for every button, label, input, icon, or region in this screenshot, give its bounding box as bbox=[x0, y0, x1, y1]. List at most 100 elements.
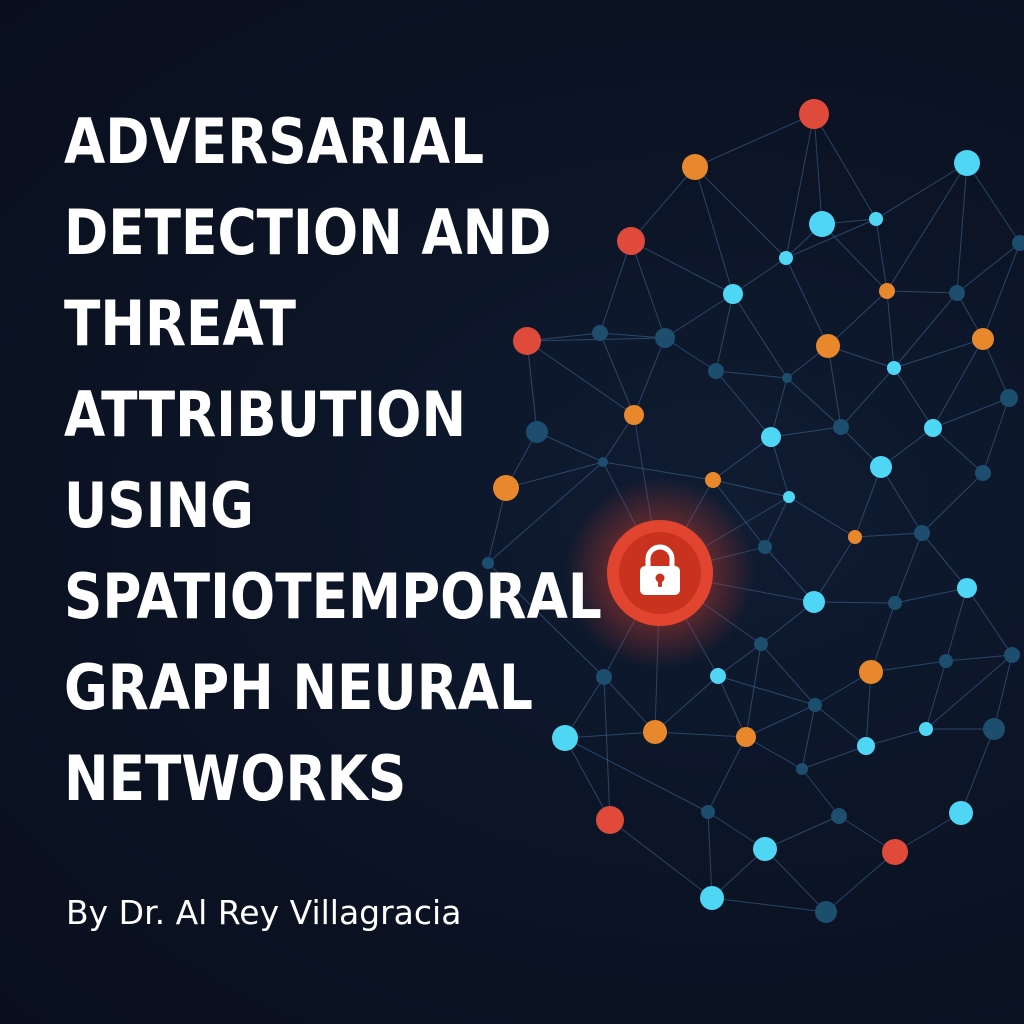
graph-edge bbox=[893, 367, 934, 429]
graph-edge bbox=[609, 819, 713, 899]
graph-node bbox=[592, 325, 608, 341]
graph-node bbox=[1000, 389, 1018, 407]
graph-node bbox=[643, 720, 667, 744]
graph-node bbox=[1004, 647, 1020, 663]
graph-node bbox=[761, 427, 781, 447]
graph-edge bbox=[966, 587, 1013, 656]
graph-node bbox=[815, 901, 837, 923]
graph-node bbox=[700, 886, 724, 910]
graph-edge bbox=[932, 397, 1010, 429]
graph-node bbox=[859, 660, 883, 684]
graph-edge bbox=[715, 370, 788, 379]
graph-edge bbox=[630, 166, 696, 242]
graph-edge bbox=[694, 113, 815, 168]
graph-node bbox=[949, 801, 973, 825]
graph-edge bbox=[745, 704, 816, 738]
graph-node bbox=[754, 637, 768, 651]
graph-node bbox=[833, 419, 849, 435]
graph-edge bbox=[893, 292, 958, 369]
graph-edge bbox=[732, 293, 788, 379]
author-byline: By Dr. Al Rey Villagracia bbox=[66, 893, 462, 932]
graph-edge bbox=[785, 113, 815, 259]
graph-node bbox=[954, 150, 980, 176]
graph-node bbox=[710, 668, 726, 684]
graph-edge bbox=[982, 397, 1010, 474]
graph-edge bbox=[599, 240, 632, 334]
graph-node bbox=[957, 578, 977, 598]
graph-node bbox=[870, 456, 892, 478]
graph-edge bbox=[880, 466, 923, 534]
graph-node bbox=[949, 285, 965, 301]
graph-edge bbox=[875, 218, 888, 292]
graph-edge bbox=[813, 601, 896, 604]
graph-edge bbox=[764, 815, 840, 850]
title-line: DETECTION AND bbox=[64, 196, 552, 269]
graph-node bbox=[983, 718, 1005, 740]
graph-edge bbox=[932, 427, 984, 474]
graph-node bbox=[919, 722, 933, 736]
graph-node bbox=[972, 328, 994, 350]
graph-edge bbox=[813, 113, 823, 225]
graph-node bbox=[831, 808, 847, 824]
title-line: USING bbox=[64, 469, 254, 542]
graph-edge bbox=[715, 293, 734, 372]
graph-edge bbox=[602, 461, 714, 481]
title-line: THREAT bbox=[64, 287, 296, 360]
graph-edge bbox=[827, 345, 842, 428]
graph-edge bbox=[814, 704, 867, 747]
graph-edge bbox=[966, 162, 1021, 244]
graph-edge bbox=[801, 704, 816, 770]
graph-edge bbox=[921, 472, 984, 534]
graph-edge bbox=[854, 532, 923, 538]
graph-node bbox=[598, 457, 608, 467]
title-line: NETWORKS bbox=[64, 742, 407, 815]
graph-edge bbox=[654, 731, 747, 738]
title-line: ATTRIBUTION bbox=[64, 378, 467, 451]
graph-edge bbox=[865, 728, 927, 747]
graph-edge bbox=[813, 536, 856, 603]
graph-node bbox=[783, 491, 795, 503]
graph-edge bbox=[886, 290, 958, 294]
graph-node bbox=[882, 839, 908, 865]
graph-edge bbox=[633, 337, 666, 416]
title-line: ADVERSARIAL bbox=[64, 105, 485, 178]
graph-edge bbox=[945, 654, 1013, 662]
graph-edge bbox=[715, 370, 772, 438]
graph-edge bbox=[840, 367, 895, 428]
title-line: GRAPH NEURAL bbox=[64, 651, 534, 724]
graph-edge bbox=[925, 654, 1013, 730]
graph-edge bbox=[801, 768, 840, 817]
graph-edge bbox=[993, 654, 1013, 730]
graph-node bbox=[799, 99, 829, 129]
graph-edge bbox=[564, 737, 709, 813]
graph-node bbox=[809, 211, 835, 237]
graph-edge bbox=[711, 897, 827, 913]
graph-node bbox=[753, 837, 777, 861]
graph-node bbox=[924, 419, 942, 437]
graph-edge bbox=[960, 728, 995, 814]
graph-edge bbox=[825, 851, 896, 913]
graph-edge bbox=[894, 532, 923, 604]
graph-edge bbox=[707, 811, 713, 899]
graph-node bbox=[682, 154, 708, 180]
graph-node bbox=[803, 591, 825, 613]
graph-node bbox=[879, 283, 895, 299]
graph-node bbox=[723, 284, 743, 304]
graph-node bbox=[796, 763, 808, 775]
graph-edge bbox=[813, 113, 877, 220]
graph-edge bbox=[854, 466, 882, 538]
graph-node bbox=[596, 806, 624, 834]
book-cover: ADVERSARIAL DETECTION AND THREAT ATTRIBU… bbox=[0, 0, 1024, 1024]
graph-node bbox=[705, 472, 721, 488]
graph-edge bbox=[745, 643, 762, 738]
graph-edge bbox=[921, 532, 968, 589]
graph-node bbox=[914, 525, 930, 541]
graph-edge bbox=[925, 660, 947, 730]
graph-edge bbox=[956, 162, 968, 294]
graph-edge bbox=[875, 162, 968, 220]
graph-node bbox=[848, 530, 862, 544]
graph-node bbox=[708, 363, 724, 379]
graph-edge bbox=[785, 257, 829, 347]
graph-node bbox=[624, 405, 644, 425]
graph-edge bbox=[717, 675, 747, 738]
